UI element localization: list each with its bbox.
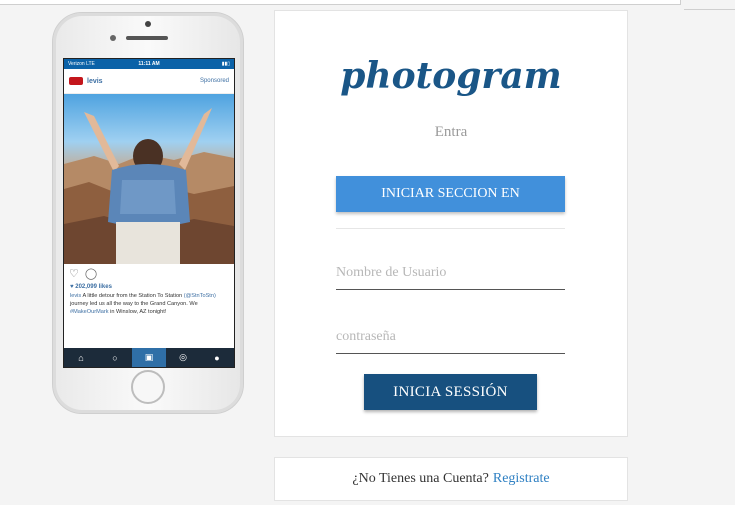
post-brand: levis	[87, 77, 103, 85]
comment-icon[interactable]: ◯	[85, 267, 97, 280]
status-carrier: Verizon LTE	[68, 61, 95, 67]
home-icon: ⌂	[78, 352, 84, 363]
phone-tab-bar: ⌂ ○ ▣ ◎ ●	[64, 348, 234, 367]
form-divider	[336, 228, 565, 229]
password-input[interactable]	[336, 321, 565, 354]
caption-link-1: (@StnToStn)	[183, 293, 216, 299]
caption-link-2: #MakeOurMark	[70, 309, 109, 315]
phone-speaker-icon	[126, 36, 168, 40]
signup-prompt: ¿No Tienes una Cuenta?	[352, 471, 489, 486]
post-photo	[64, 94, 234, 264]
username-input[interactable]	[336, 257, 565, 290]
phone-screen: Verizon LTE 11:11 AM ▮▮▯ levis Sponsored	[63, 58, 235, 368]
search-icon: ○	[112, 352, 118, 363]
phone-sensor-icon	[145, 21, 151, 27]
caption-text-3: in Winslow, AZ tonight!	[110, 309, 167, 315]
phone-camera-icon	[110, 35, 116, 41]
browser-divider	[684, 9, 735, 10]
caption-text-2: journey led us all the way to the Grand …	[70, 301, 198, 307]
signup-card: ¿No Tienes una Cuenta? Registrate	[274, 457, 628, 501]
phone-mockup: Verizon LTE 11:11 AM ▮▮▯ levis Sponsored	[52, 12, 244, 414]
signup-link[interactable]: Registrate	[493, 471, 550, 487]
status-time: 11:11 AM	[138, 61, 160, 67]
levis-logo-icon	[69, 77, 83, 85]
login-subtitle: Entra	[434, 124, 468, 140]
login-card: photogram Entra INICIAR SECCION EN INICI…	[274, 10, 628, 437]
caption-user: levis	[70, 293, 82, 299]
phone-home-button	[131, 370, 165, 404]
post-sponsored: Sponsored	[199, 78, 229, 84]
caption-text: A little detour from the Station To Stat…	[82, 293, 183, 299]
heart-icon[interactable]: ♡	[69, 267, 79, 280]
browser-address-bar-edge	[0, 0, 681, 5]
post-actions: ♡ ◯	[64, 264, 234, 282]
app-logo: photogram	[340, 55, 562, 97]
login-submit-button[interactable]: INICIA SESSIÓN	[364, 374, 537, 410]
activity-icon: ◎	[179, 352, 187, 362]
phone-status-bar: Verizon LTE 11:11 AM ▮▮▯	[64, 59, 234, 69]
post-caption: levis A little detour from the Station T…	[64, 290, 234, 318]
post-header: levis Sponsored	[64, 69, 234, 94]
battery-icon: ▮▮▯	[221, 61, 230, 67]
camera-icon: ▣	[132, 348, 166, 367]
profile-icon: ●	[214, 352, 220, 363]
social-login-button[interactable]: INICIAR SECCION EN	[336, 176, 565, 212]
